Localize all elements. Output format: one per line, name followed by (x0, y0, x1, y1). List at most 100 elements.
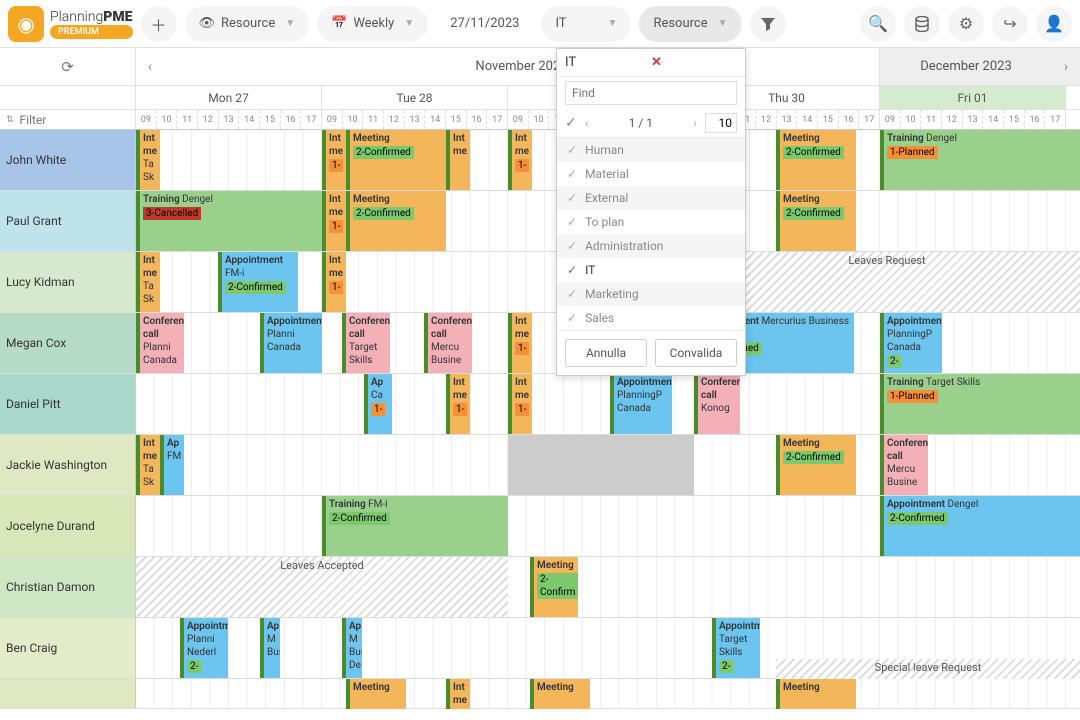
resource-name[interactable]: Daniel Pitt (0, 374, 136, 434)
prev-period[interactable]: ‹ (136, 48, 164, 85)
event[interactable]: Training Dengel1-Planned (880, 130, 1080, 190)
filter-skill-dropdown[interactable]: IT ▼ (541, 6, 631, 42)
resource-dropdown[interactable]: 👁 Resource ▼ (185, 6, 310, 42)
popover-item[interactable]: ✓Material (557, 162, 745, 186)
unavailable-block (508, 435, 694, 495)
event[interactable]: AppointmentFM-i2-Confirmed (218, 252, 298, 312)
check-icon: ✓ (567, 239, 577, 253)
event[interactable]: ApFM (160, 435, 184, 495)
leave-block[interactable]: Leaves Accepted (136, 557, 508, 617)
event[interactable]: Training Dengel3-Cancelled (136, 191, 322, 251)
event[interactable]: Conference callMercuBusine (880, 435, 928, 495)
schedule-grid: John White Int meTaSk Int me1- Meeting2-… (0, 130, 1080, 709)
month-label-1: November 2023 (164, 59, 879, 74)
chevron-down-icon: ▼ (718, 18, 728, 29)
event[interactable]: AppointmentPlanningPCanada (610, 374, 672, 434)
event[interactable]: Int me1- (446, 374, 470, 434)
check-icon: ✓ (567, 191, 577, 205)
event[interactable]: Int me (446, 130, 470, 190)
event[interactable]: Conference callPlanniCanada (136, 313, 184, 373)
popover-item[interactable]: ✓Sales (557, 306, 745, 330)
event[interactable]: Meeting2-Confirmed (346, 191, 446, 251)
confirm-button[interactable]: Convalida (655, 339, 737, 367)
add-button[interactable]: ＋ (141, 6, 177, 42)
calendar-icon: 📅 (331, 16, 347, 31)
share-button[interactable]: ↪ (992, 6, 1028, 42)
event[interactable]: Appointment Dengel2-Confirmed (880, 496, 1080, 556)
close-icon[interactable]: ✕ (651, 55, 737, 70)
event[interactable]: Meeting (776, 679, 856, 709)
event[interactable]: ApMBusine (260, 618, 280, 678)
resource-name[interactable]: Lucy Kidman (0, 252, 136, 312)
resource-name[interactable]: Ben Craig (0, 618, 136, 678)
pager-prev[interactable]: ‹ (585, 116, 589, 130)
resource-name[interactable]: John White (0, 130, 136, 190)
pager-next[interactable]: › (693, 116, 697, 130)
event[interactable]: Meeting2-Confirmed (776, 191, 856, 251)
event[interactable]: Int me1- (322, 130, 346, 190)
popover-item[interactable]: ✓To plan (557, 210, 745, 234)
event[interactable]: Int meTaSk (136, 130, 160, 190)
resource-name[interactable]: Jackie Washington (0, 435, 136, 495)
refresh-button[interactable]: ⟳ (0, 48, 136, 85)
leave-block[interactable]: Leaves Request (694, 252, 1080, 312)
event[interactable]: ApCa1- (364, 374, 392, 434)
settings-button[interactable]: ⚙ (948, 6, 984, 42)
popover-item[interactable]: ✓Marketing (557, 282, 745, 306)
event[interactable]: Int meTaSk (136, 435, 160, 495)
event[interactable]: Int me1- (508, 313, 532, 373)
resource-name[interactable] (0, 679, 136, 708)
month-label-2: December 2023 (880, 59, 1052, 74)
cancel-button[interactable]: Annulla (565, 339, 647, 367)
event[interactable]: AppointmentTarget Skills2- (712, 618, 760, 678)
event[interactable]: Int me1- (508, 374, 532, 434)
event[interactable]: AppointmentPlanniNederl2- (180, 618, 228, 678)
resource-name[interactable]: Paul Grant (0, 191, 136, 251)
popover-item[interactable]: ✓Administration (557, 234, 745, 258)
search-button[interactable]: 🔍 (860, 6, 896, 42)
event[interactable]: Conference callTarget Skills (342, 313, 390, 373)
filter-button[interactable] (750, 6, 786, 42)
event[interactable]: Meeting2-Confirm (530, 557, 578, 617)
event[interactable]: Conference callMercuBusine (424, 313, 472, 373)
page-size-input[interactable] (705, 113, 737, 133)
resource-name[interactable]: Jocelyne Durand (0, 496, 136, 556)
popover-item[interactable]: ✓Human (557, 138, 745, 162)
event[interactable]: Int me1- (508, 130, 532, 190)
popover-search-input[interactable] (565, 81, 737, 105)
popover-item[interactable]: ✓IT (557, 258, 745, 282)
filter-input[interactable] (20, 113, 100, 127)
day-header: Fri 01 (880, 86, 1066, 109)
data-button[interactable] (904, 6, 940, 42)
event[interactable]: Int me (446, 679, 470, 709)
pager-label: 1 / 1 (596, 116, 685, 130)
sort-icon[interactable]: ⇅ (6, 115, 14, 125)
event[interactable]: Training Target Skills1-Planned (880, 374, 1080, 434)
grouping-dropdown[interactable]: Resource ▼ (639, 6, 741, 42)
view-dropdown[interactable]: 📅 Weekly ▼ (317, 6, 428, 42)
resource-name[interactable]: Megan Cox (0, 313, 136, 373)
check-icon: ✓ (567, 263, 577, 277)
event[interactable]: Meeting2-Confirmed (776, 435, 856, 495)
leave-block[interactable]: Special leave Request (776, 659, 1080, 679)
check-icon: ✓ (567, 167, 577, 181)
event[interactable]: Int me1- (322, 252, 346, 312)
event[interactable]: AppointmentPlanningPCanada2- (880, 313, 942, 373)
event[interactable]: Meeting2-Confirmed (346, 130, 446, 190)
chevron-down-icon: ▼ (285, 18, 295, 29)
date-picker[interactable]: 27/11/2023 (436, 6, 533, 42)
event[interactable]: Meeting (530, 679, 590, 709)
user-button[interactable]: 👤 (1036, 6, 1072, 42)
event[interactable]: ApMBusineDe (342, 618, 362, 678)
event[interactable]: AppointmentPlanniCanada (260, 313, 322, 373)
event[interactable]: Meeting (346, 679, 406, 709)
resource-name[interactable]: Christian Damon (0, 557, 136, 617)
event[interactable]: Meeting2-Confirmed (776, 130, 856, 190)
select-all-icon[interactable]: ✓ (565, 115, 577, 131)
event[interactable]: Conference callKonog (694, 374, 740, 434)
next-period[interactable]: › (1052, 48, 1080, 85)
event[interactable]: Int me1- (322, 191, 346, 251)
event[interactable]: Training FM-i2-Confirmed (322, 496, 508, 556)
popover-item[interactable]: ✓External (557, 186, 745, 210)
event[interactable]: Int meTaSk (136, 252, 160, 312)
